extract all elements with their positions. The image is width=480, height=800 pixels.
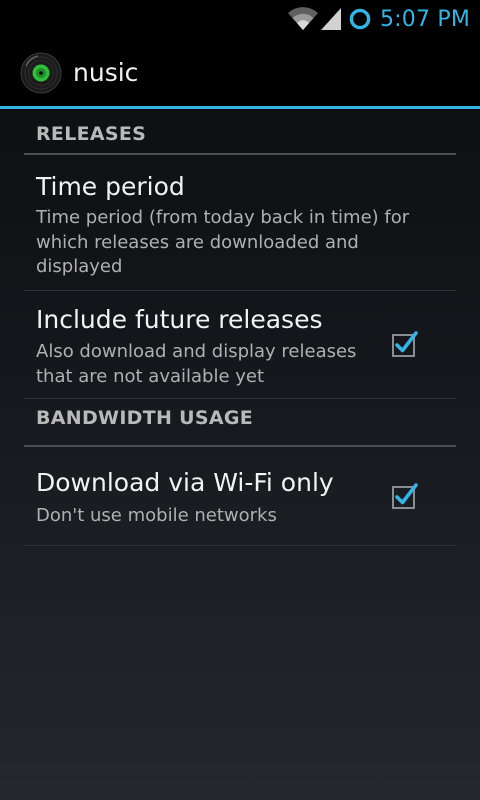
pref-summary: Also download and display releases that …: [36, 341, 357, 387]
status-icons: 5:07 PM: [287, 0, 470, 38]
preferences-list: RELEASES Time period Time period (from t…: [24, 109, 456, 546]
wifi-only-preference[interactable]: Download via Wi-Fi only Don't use mobile…: [24, 447, 456, 546]
action-bar: nusic: [0, 38, 480, 109]
future-releases-checkbox[interactable]: [392, 331, 418, 357]
pref-title: Include future releases: [36, 305, 323, 334]
status-bar: 5:07 PM: [0, 0, 480, 38]
signal-icon: [320, 8, 341, 30]
pref-summary: Don't use mobile networks: [36, 505, 277, 526]
sync-ring-icon: [349, 8, 371, 30]
category-header-releases: RELEASES: [24, 109, 456, 155]
pref-summary: Time period (from today back in time) fo…: [36, 207, 410, 277]
app-title: nusic: [73, 58, 139, 87]
pref-title: Download via Wi-Fi only: [36, 468, 334, 497]
time-period-preference[interactable]: Time period Time period (from today back…: [24, 155, 456, 291]
wifi-only-checkbox[interactable]: [392, 483, 418, 509]
category-header-bandwidth: BANDWIDTH USAGE: [24, 399, 456, 447]
include-future-releases-preference[interactable]: Include future releases Also download an…: [24, 291, 456, 399]
vinyl-record-icon[interactable]: [20, 52, 62, 94]
status-time: 5:07 PM: [379, 6, 470, 32]
wifi-icon: [287, 7, 318, 31]
pref-title: Time period: [36, 172, 185, 201]
